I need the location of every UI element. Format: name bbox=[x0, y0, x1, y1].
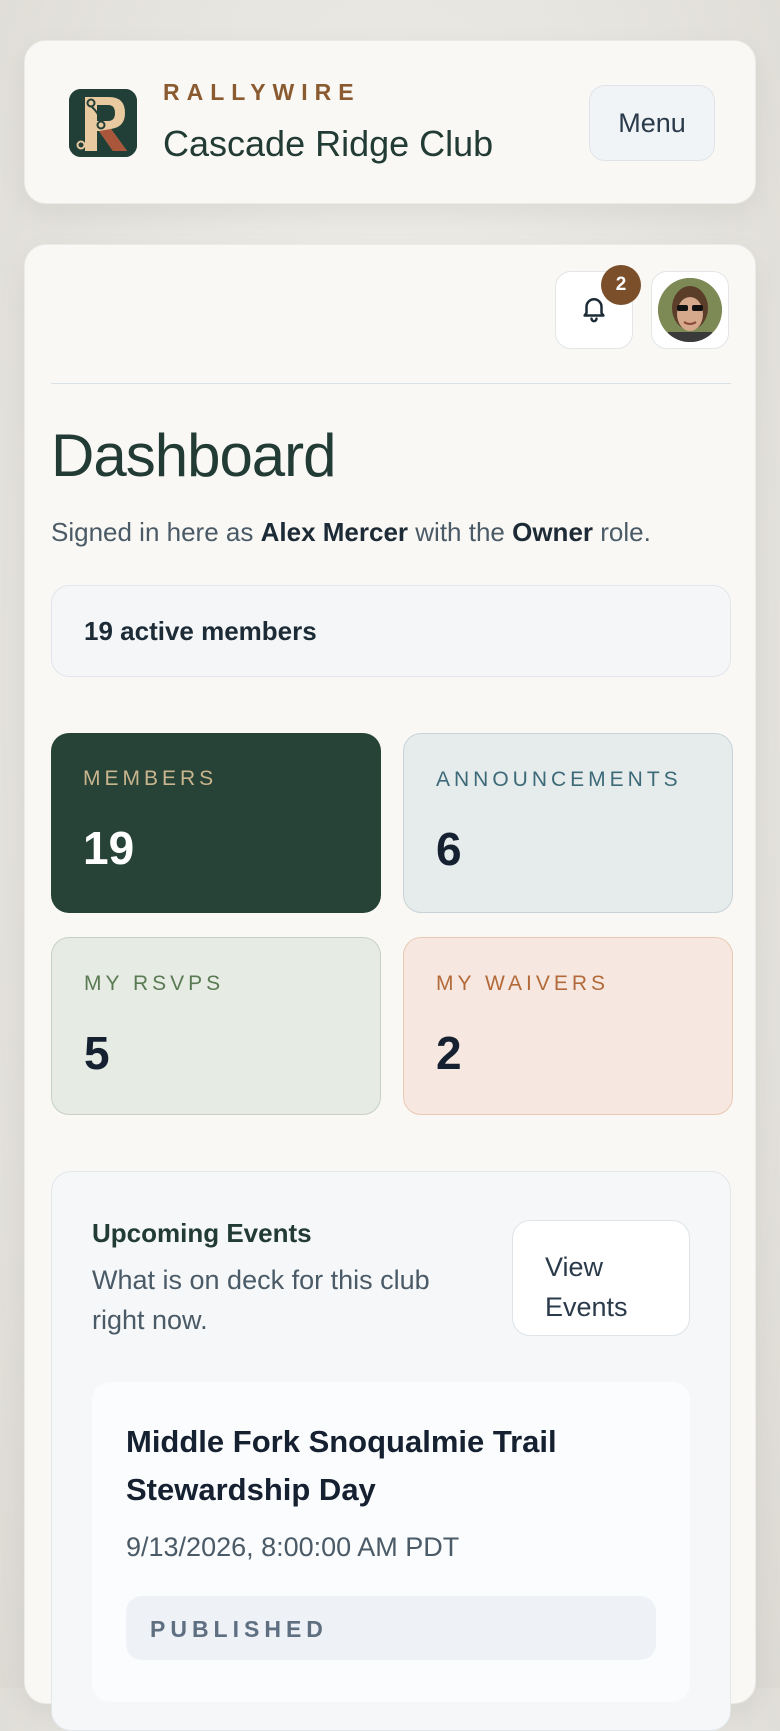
user-role: Owner bbox=[512, 517, 594, 547]
user-avatar-button[interactable] bbox=[651, 271, 729, 349]
page-title: Dashboard bbox=[51, 422, 337, 489]
signed-in-text: Signed in here as Alex Mercer with the O… bbox=[51, 517, 651, 548]
stat-my-waivers[interactable]: MY WAIVERS 2 bbox=[403, 937, 733, 1115]
notification-count-badge: 2 bbox=[601, 265, 641, 305]
stat-label: MY RSVPS bbox=[84, 972, 225, 995]
user-name: Alex Mercer bbox=[260, 517, 409, 547]
section-subtitle: What is on deck for this club right now. bbox=[92, 1265, 430, 1335]
stat-my-rsvps[interactable]: MY RSVPS 5 bbox=[51, 937, 381, 1115]
signed-in-suffix: role. bbox=[600, 517, 651, 547]
stat-members[interactable]: MEMBERS 19 bbox=[51, 733, 381, 913]
stat-label: ANNOUNCEMENTS bbox=[436, 768, 682, 791]
status-text: PUBLISHED bbox=[150, 1616, 328, 1642]
app-header: RALLYWIRE Cascade Ridge Club Menu bbox=[24, 40, 756, 204]
menu-button[interactable]: Menu bbox=[589, 85, 715, 161]
signed-in-mid: with the bbox=[415, 517, 505, 547]
stat-label: MY WAIVERS bbox=[436, 972, 610, 995]
event-datetime: 9/13/2026, 8:00:00 AM PDT bbox=[126, 1532, 460, 1562]
status-badge: PUBLISHED bbox=[126, 1596, 656, 1660]
view-events-button[interactable]: View Events bbox=[512, 1220, 690, 1336]
stat-label: MEMBERS bbox=[83, 767, 218, 790]
dashboard-card: 2 Dashboard Signed in here as Alex Merce… bbox=[24, 244, 756, 1731]
upcoming-events-section: Upcoming Events What is on deck for this… bbox=[51, 1171, 731, 1731]
stat-value: 6 bbox=[436, 823, 462, 875]
stat-value: 19 bbox=[83, 822, 135, 874]
club-name: Cascade Ridge Club bbox=[163, 123, 494, 164]
bell-icon bbox=[579, 293, 609, 328]
signed-in-prefix: Signed in here as bbox=[51, 517, 254, 547]
event-card[interactable]: Middle Fork Snoqualmie Trail Stewardship… bbox=[92, 1382, 690, 1702]
event-name[interactable]: Middle Fork Snoqualmie Trail Stewardship… bbox=[126, 1418, 646, 1514]
stat-value: 2 bbox=[436, 1027, 462, 1079]
stat-value: 5 bbox=[84, 1027, 110, 1079]
divider bbox=[51, 383, 731, 384]
brand-name: RALLYWIRE bbox=[163, 79, 361, 105]
active-members-text: 19 active members bbox=[84, 616, 317, 646]
rallywire-logo[interactable] bbox=[69, 89, 137, 157]
active-members-banner: 19 active members bbox=[51, 585, 731, 677]
stat-announcements[interactable]: ANNOUNCEMENTS 6 bbox=[403, 733, 733, 913]
section-title: Upcoming Events bbox=[92, 1218, 312, 1248]
avatar bbox=[658, 278, 722, 342]
